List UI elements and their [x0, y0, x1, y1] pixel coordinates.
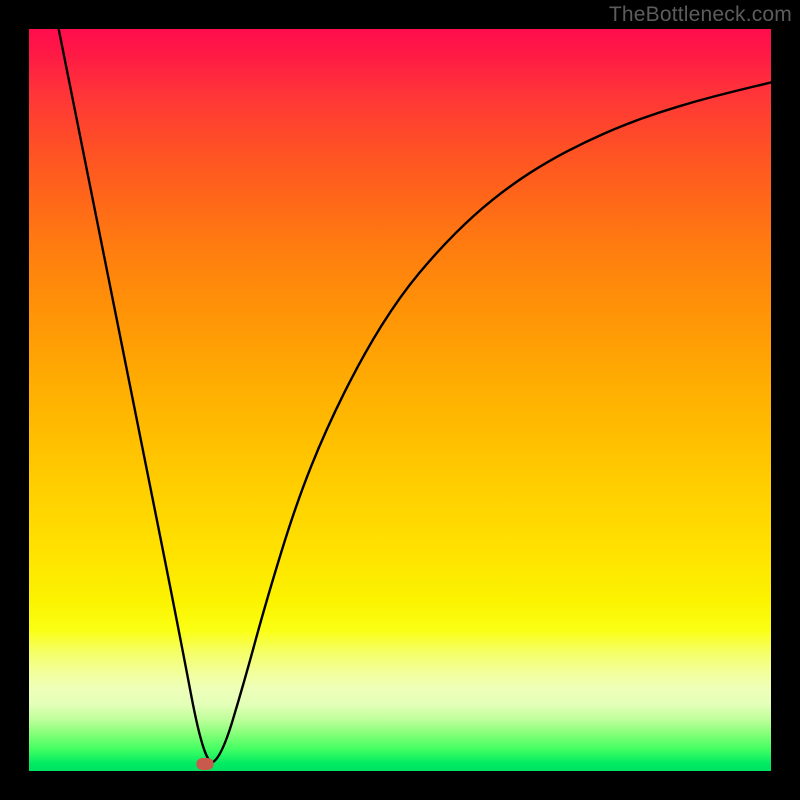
bottleneck-curve — [29, 29, 771, 771]
optimum-marker — [196, 758, 213, 770]
watermark-text: TheBottleneck.com — [609, 3, 792, 27]
chart-frame: TheBottleneck.com — [0, 0, 800, 800]
plot-area — [29, 29, 771, 771]
